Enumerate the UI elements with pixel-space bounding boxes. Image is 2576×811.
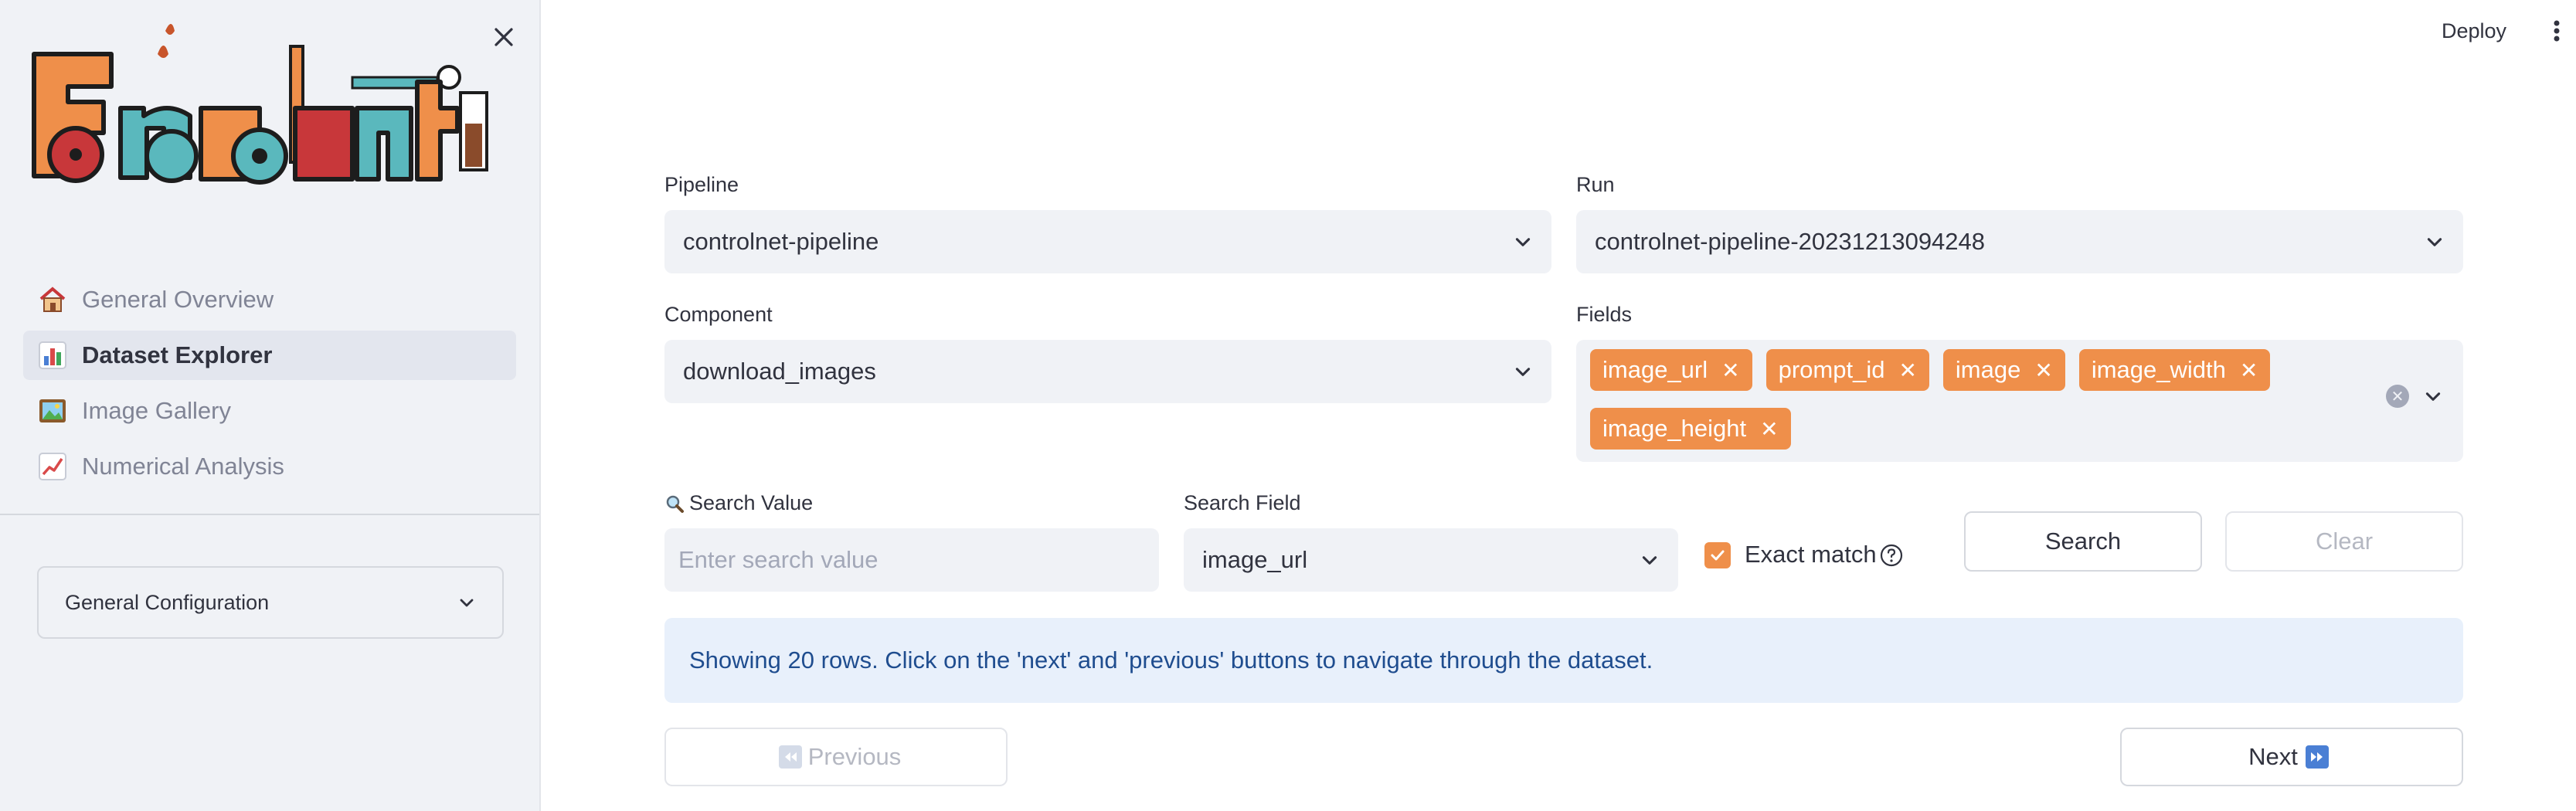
nav-label: General Overview: [82, 286, 274, 313]
close-icon: [494, 28, 513, 46]
remove-tag-icon[interactable]: ✕: [1721, 358, 1739, 383]
sidebar-nav: General Overview Dataset Explorer Image …: [23, 275, 516, 497]
nav-label: Dataset Explorer: [82, 341, 273, 368]
previous-button[interactable]: Previous: [664, 728, 1008, 786]
exact-match-checkbox[interactable]: [1704, 542, 1731, 568]
search-field-select[interactable]: image_url: [1184, 528, 1678, 592]
nav-label: Numerical Analysis: [82, 453, 284, 480]
nav-image-gallery[interactable]: Image Gallery: [23, 386, 516, 436]
sidebar: General Overview Dataset Explorer Image …: [0, 0, 541, 811]
tag-label: image: [1955, 356, 2021, 383]
chevron-down-icon: [1513, 361, 1533, 382]
component-select[interactable]: download_images: [664, 340, 1551, 403]
tag-label: image_url: [1602, 356, 1708, 383]
bar-chart-icon: [37, 340, 68, 371]
remove-tag-icon[interactable]: ✕: [2240, 358, 2258, 383]
chevron-down-icon: [1640, 550, 1660, 570]
fondant-logo: [28, 23, 499, 185]
search-field-select-value: image_url: [1202, 546, 1308, 573]
search-button[interactable]: Search: [1964, 511, 2202, 572]
deploy-button[interactable]: Deploy: [2442, 14, 2506, 48]
chevron-down-icon: [457, 593, 476, 612]
remove-tag-icon[interactable]: ✕: [1898, 358, 1916, 383]
nav-dataset-explorer[interactable]: Dataset Explorer: [23, 331, 516, 380]
field-tag: image_width ✕: [2078, 349, 2271, 391]
previous-label: Previous: [807, 743, 902, 770]
help-icon[interactable]: [1879, 543, 1904, 568]
fast-forward-icon: [2305, 745, 2329, 769]
nav-general-overview[interactable]: General Overview: [23, 275, 516, 324]
remove-tag-icon[interactable]: ✕: [1760, 416, 1778, 442]
field-tag: prompt_id ✕: [1765, 349, 1929, 391]
pipeline-select[interactable]: controlnet-pipeline: [664, 210, 1551, 273]
pipeline-label: Pipeline: [664, 173, 739, 196]
main-menu-button[interactable]: [2545, 14, 2568, 48]
clear-all-icon[interactable]: ✕: [2386, 385, 2409, 408]
chevron-down-icon: [1513, 232, 1533, 252]
field-tag: image ✕: [1942, 349, 2065, 391]
search-value-label-text: Search Value: [689, 491, 814, 514]
info-alert: Showing 20 rows. Click on the 'next' and…: [664, 618, 2463, 703]
fields-label: Fields: [1576, 303, 1633, 326]
rewind-icon: [778, 745, 802, 769]
component-select-value: download_images: [683, 358, 876, 385]
component-label: Component: [664, 303, 773, 326]
checkmark-icon: [1711, 550, 1725, 561]
field-tag: image_url ✕: [1590, 349, 1752, 391]
tag-label: image_height: [1602, 415, 1747, 442]
run-select-value: controlnet-pipeline-20231213094248: [1595, 228, 1986, 255]
sidebar-divider: [0, 514, 539, 515]
next-button[interactable]: Next: [2120, 728, 2463, 786]
nav-label: Image Gallery: [82, 397, 231, 424]
search-field-label: Search Field: [1184, 491, 1301, 514]
fields-multiselect[interactable]: image_url ✕ prompt_id ✕ image ✕ image_width…: [1576, 340, 2463, 462]
tag-label: image_width: [2091, 356, 2226, 383]
general-configuration-expander[interactable]: General Configuration: [37, 566, 504, 639]
run-select[interactable]: controlnet-pipeline-20231213094248: [1576, 210, 2463, 273]
info-message: Showing 20 rows. Click on the 'next' and…: [689, 646, 1653, 674]
close-sidebar-button[interactable]: [485, 19, 522, 56]
search-value-input[interactable]: [664, 528, 1159, 592]
clear-button[interactable]: Clear: [2225, 511, 2463, 572]
chevron-down-icon: [2425, 232, 2445, 252]
field-tag: image_height ✕: [1590, 408, 1791, 450]
magnifier-icon: [666, 495, 684, 513]
exact-match-label: Exact match: [1745, 541, 1877, 568]
next-label: Next: [2248, 743, 2298, 770]
picture-icon: [37, 395, 68, 426]
nav-numerical-analysis[interactable]: Numerical Analysis: [23, 442, 516, 491]
line-chart-icon: [37, 451, 68, 482]
expander-label: General Configuration: [65, 590, 270, 614]
remove-tag-icon[interactable]: ✕: [2034, 358, 2052, 383]
chevron-down-icon[interactable]: [2423, 386, 2443, 406]
run-label: Run: [1576, 173, 1615, 196]
search-value-label: Search Value: [664, 491, 813, 515]
pipeline-select-value: controlnet-pipeline: [683, 228, 879, 255]
more-vertical-icon: [2554, 20, 2560, 42]
tag-label: prompt_id: [1778, 356, 1885, 383]
house-icon: [37, 284, 68, 315]
